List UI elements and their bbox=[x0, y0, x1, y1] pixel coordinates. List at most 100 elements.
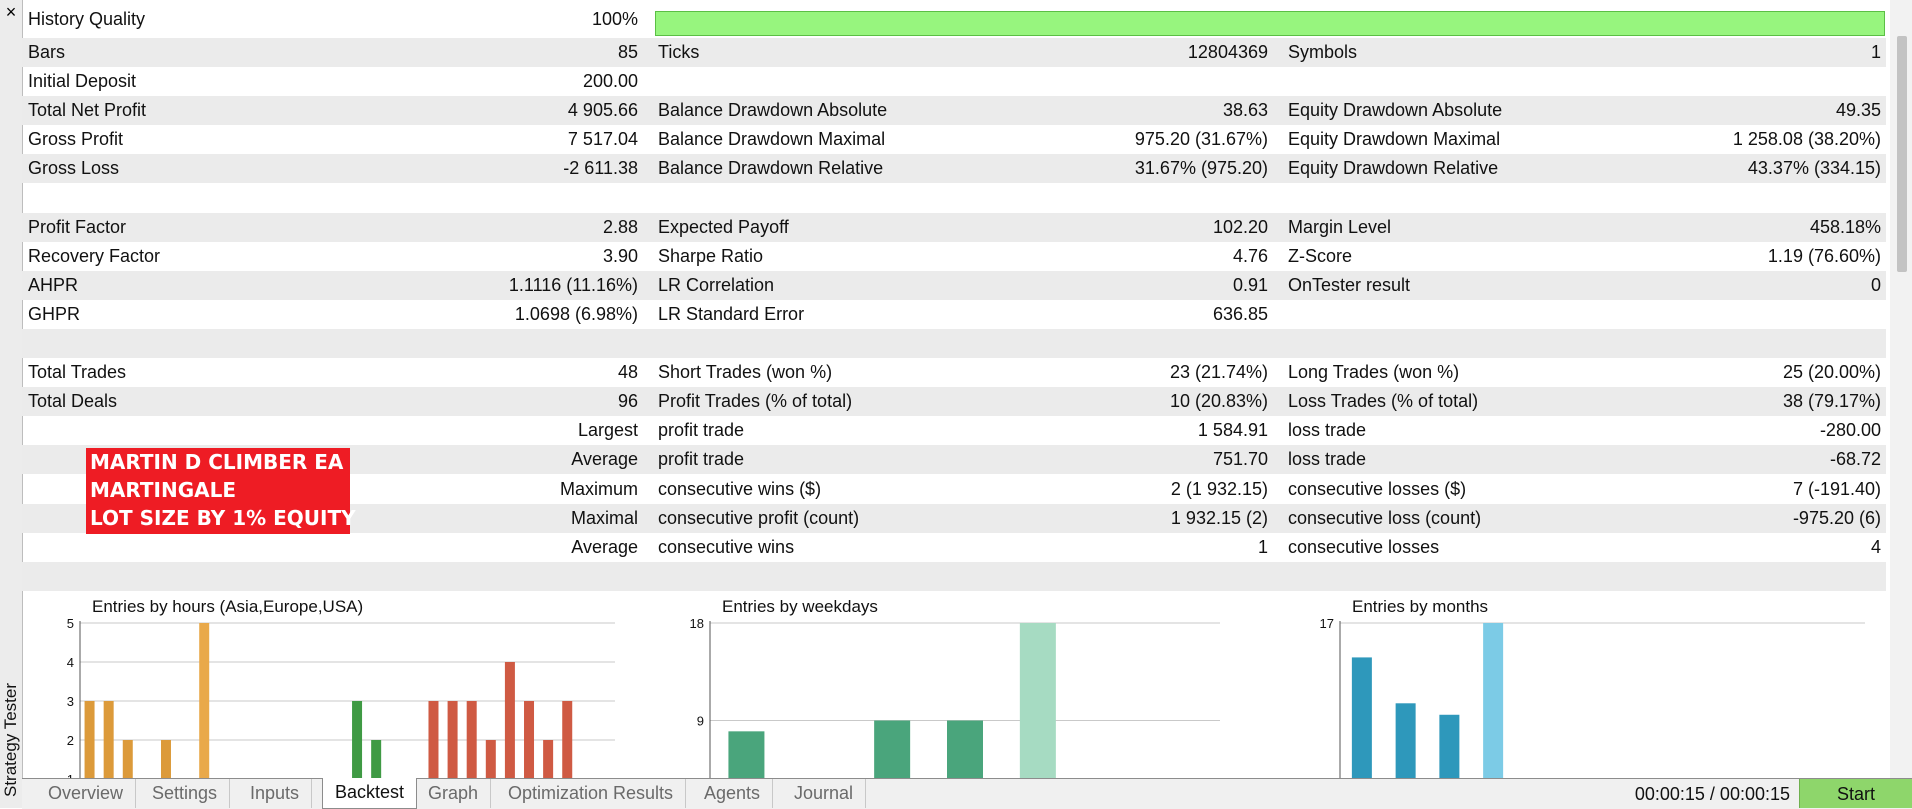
chart-bar bbox=[728, 731, 765, 778]
row-value-a: -2 611.38 bbox=[563, 158, 638, 179]
chart-bar bbox=[466, 701, 477, 778]
row-label-c: Margin Level bbox=[1288, 216, 1392, 237]
row-value-c: -975.20 (6) bbox=[1792, 507, 1881, 528]
row-label-c: consecutive loss (count) bbox=[1288, 507, 1482, 528]
chart-entries-by-weekdays: Entries by weekdays 9 18 bbox=[690, 592, 1230, 778]
banner-line: LOT SIZE BY 1% EQUITY bbox=[90, 506, 356, 530]
y-tick-label: 17 bbox=[1320, 616, 1334, 631]
chart-bar bbox=[1395, 703, 1416, 778]
panel-title: Strategy Tester bbox=[1, 682, 20, 798]
row-value-a: 200.00 bbox=[582, 71, 638, 92]
row-label-b: consecutive wins bbox=[658, 536, 795, 557]
tab-agents[interactable]: Agents bbox=[692, 779, 774, 808]
close-icon[interactable]: × bbox=[3, 2, 19, 22]
start-button[interactable]: Start bbox=[1799, 779, 1912, 808]
chart-svg: Entries by weekdays 9 18 bbox=[690, 597, 1220, 778]
row-value-a: Maximal bbox=[570, 507, 638, 528]
chart-title: Entries by weekdays bbox=[722, 597, 878, 616]
chart-bar bbox=[84, 701, 95, 778]
report-row: GHPR 1.0698 (6.98%) LR Standard Error 636.8… bbox=[22, 300, 1886, 329]
row-value-c: 43.37% (334.15) bbox=[1747, 158, 1881, 179]
row-value-a: 96 bbox=[617, 391, 638, 412]
row-value-b: 1 932.15 (2) bbox=[1170, 507, 1268, 528]
report-row bbox=[22, 561, 1886, 591]
tab-inputs[interactable]: Inputs bbox=[238, 779, 313, 808]
row-value-b: 975.20 (31.67%) bbox=[1134, 129, 1268, 150]
row-label-a: Total Trades bbox=[28, 362, 127, 383]
row-value-b: 10 (20.83%) bbox=[1169, 391, 1268, 412]
row-label-c: Symbols bbox=[1288, 42, 1358, 62]
scrollbar-thumb[interactable] bbox=[1897, 36, 1907, 272]
row-label-b: Balance Drawdown Relative bbox=[658, 158, 884, 179]
chart-bar bbox=[485, 740, 496, 778]
row-label-a: Bars bbox=[28, 42, 66, 62]
row-value-b: 38.63 bbox=[1222, 100, 1268, 121]
y-tick-label: 5 bbox=[67, 616, 74, 631]
row-value-c: 1 bbox=[1870, 42, 1881, 62]
chart-bar bbox=[524, 701, 535, 778]
chart-title: Entries by months bbox=[1352, 597, 1488, 616]
row-label-b: Balance Drawdown Maximal bbox=[658, 129, 886, 150]
chart-bar bbox=[103, 701, 114, 778]
row-label-c: consecutive losses ($) bbox=[1288, 478, 1467, 499]
row-label-a: Profit Factor bbox=[28, 216, 127, 237]
row-value-c: 458.18% bbox=[1809, 216, 1881, 237]
history-quality-value: 100% bbox=[591, 9, 638, 29]
row-label-c: loss trade bbox=[1288, 420, 1367, 441]
row-label-b: Short Trades (won %) bbox=[658, 362, 833, 383]
row-value-c: 4 bbox=[1870, 536, 1881, 557]
row-value-a: 3.90 bbox=[602, 245, 638, 266]
row-label-b: LR Correlation bbox=[658, 274, 775, 295]
chart-bar bbox=[1483, 623, 1504, 778]
row-label-b: consecutive profit (count) bbox=[658, 507, 860, 528]
report-row: Average consecutive wins 1 consecutive loss… bbox=[22, 533, 1886, 562]
row-label-c: Equity Drawdown Relative bbox=[1288, 158, 1499, 179]
row-value-a: Average bbox=[571, 449, 638, 470]
y-tick-label: 18 bbox=[690, 616, 704, 631]
row-value-b: 2 (1 932.15) bbox=[1170, 478, 1268, 499]
tab-settings[interactable]: Settings bbox=[140, 779, 231, 808]
chart-bar bbox=[199, 623, 210, 778]
row-label-c: Z-Score bbox=[1288, 245, 1353, 266]
report-row: Initial Deposit 200.00 bbox=[22, 67, 1886, 96]
row-value-b: 1 bbox=[1257, 536, 1268, 557]
row-label-a: Total Deals bbox=[28, 391, 118, 412]
chart-entries-by-months: Entries by months 17 bbox=[1320, 592, 1870, 778]
chart-svg: Entries by months 17 bbox=[1320, 597, 1865, 778]
row-label-b: consecutive wins ($) bbox=[658, 478, 822, 499]
row-value-c: 7 (-191.40) bbox=[1792, 478, 1881, 499]
row-value-a: 1.0698 (6.98%) bbox=[514, 303, 638, 324]
row-label-c: consecutive losses bbox=[1288, 536, 1440, 557]
report-row: AHPR 1.1116 (11.16%) LR Correlation 0.91 OnT… bbox=[22, 270, 1886, 300]
vertical-scrollbar[interactable] bbox=[1890, 0, 1912, 778]
row-label-a: Total Net Profit bbox=[28, 100, 147, 121]
row-value-a: Maximum bbox=[559, 478, 638, 499]
report-row: Total Trades 48 Short Trades (won %) 23 (21… bbox=[22, 358, 1886, 387]
row-label-a: Initial Deposit bbox=[28, 71, 137, 92]
chart-bar bbox=[428, 701, 439, 778]
row-value-c: 49.35 bbox=[1835, 100, 1881, 121]
row-value-c: 1.19 (76.60%) bbox=[1767, 245, 1881, 266]
tab-overview[interactable]: Overview bbox=[36, 779, 137, 808]
row-label-c: OnTester result bbox=[1288, 274, 1411, 295]
chart-bar bbox=[447, 701, 458, 778]
tab-journal[interactable]: Journal bbox=[782, 779, 867, 808]
row-label-a: GHPR bbox=[28, 303, 81, 324]
row-value-b: 31.67% (975.20) bbox=[1134, 158, 1268, 179]
row-value-a: 48 bbox=[617, 362, 638, 383]
report-row: Total Net Profit 4 905.66 Balance Drawdown… bbox=[22, 96, 1886, 126]
y-tick-label: 4 bbox=[67, 655, 74, 670]
row-value-b: 4.76 bbox=[1232, 245, 1268, 266]
row-label-b: Sharpe Ratio bbox=[658, 245, 764, 266]
row-label-b: profit trade bbox=[658, 449, 745, 470]
tab-backtest[interactable]: Backtest bbox=[322, 778, 418, 809]
ea-banner: MARTIN D CLIMBER EA MARTINGALE LOT SIZE … bbox=[86, 448, 356, 534]
row-label-b: Ticks bbox=[658, 42, 700, 62]
tab-graph[interactable]: Graph bbox=[416, 779, 492, 808]
row-label-a: Gross Loss bbox=[28, 158, 120, 179]
chart-entries-by-hours: Entries by hours (Asia,Europe,USA)12345 bbox=[60, 592, 620, 778]
row-value-b: 0.91 bbox=[1232, 274, 1268, 295]
row-value-b: 1 584.91 bbox=[1197, 420, 1268, 441]
row-value-a: 2.88 bbox=[602, 216, 638, 237]
tab-optimization-results[interactable]: Optimization Results bbox=[496, 779, 687, 808]
